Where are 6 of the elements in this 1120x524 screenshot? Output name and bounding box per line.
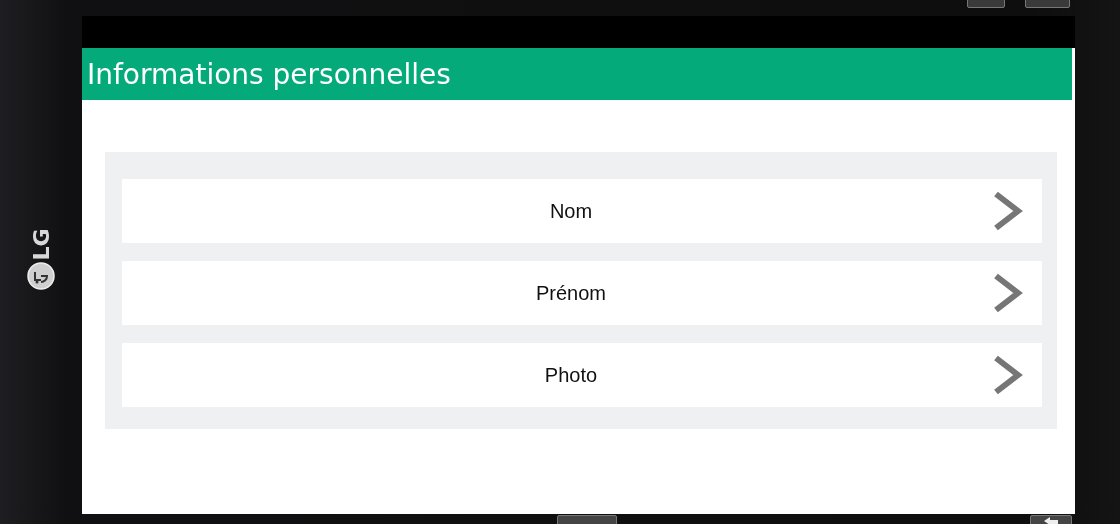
list-item[interactable]: Nom	[122, 179, 1042, 243]
brand-logo-text: LG	[28, 230, 54, 260]
list-item[interactable]: Prénom	[122, 261, 1042, 325]
logo-icon	[27, 261, 55, 290]
list-item[interactable]: Photo	[122, 343, 1042, 407]
page-title: Informations personnelles	[87, 57, 451, 91]
